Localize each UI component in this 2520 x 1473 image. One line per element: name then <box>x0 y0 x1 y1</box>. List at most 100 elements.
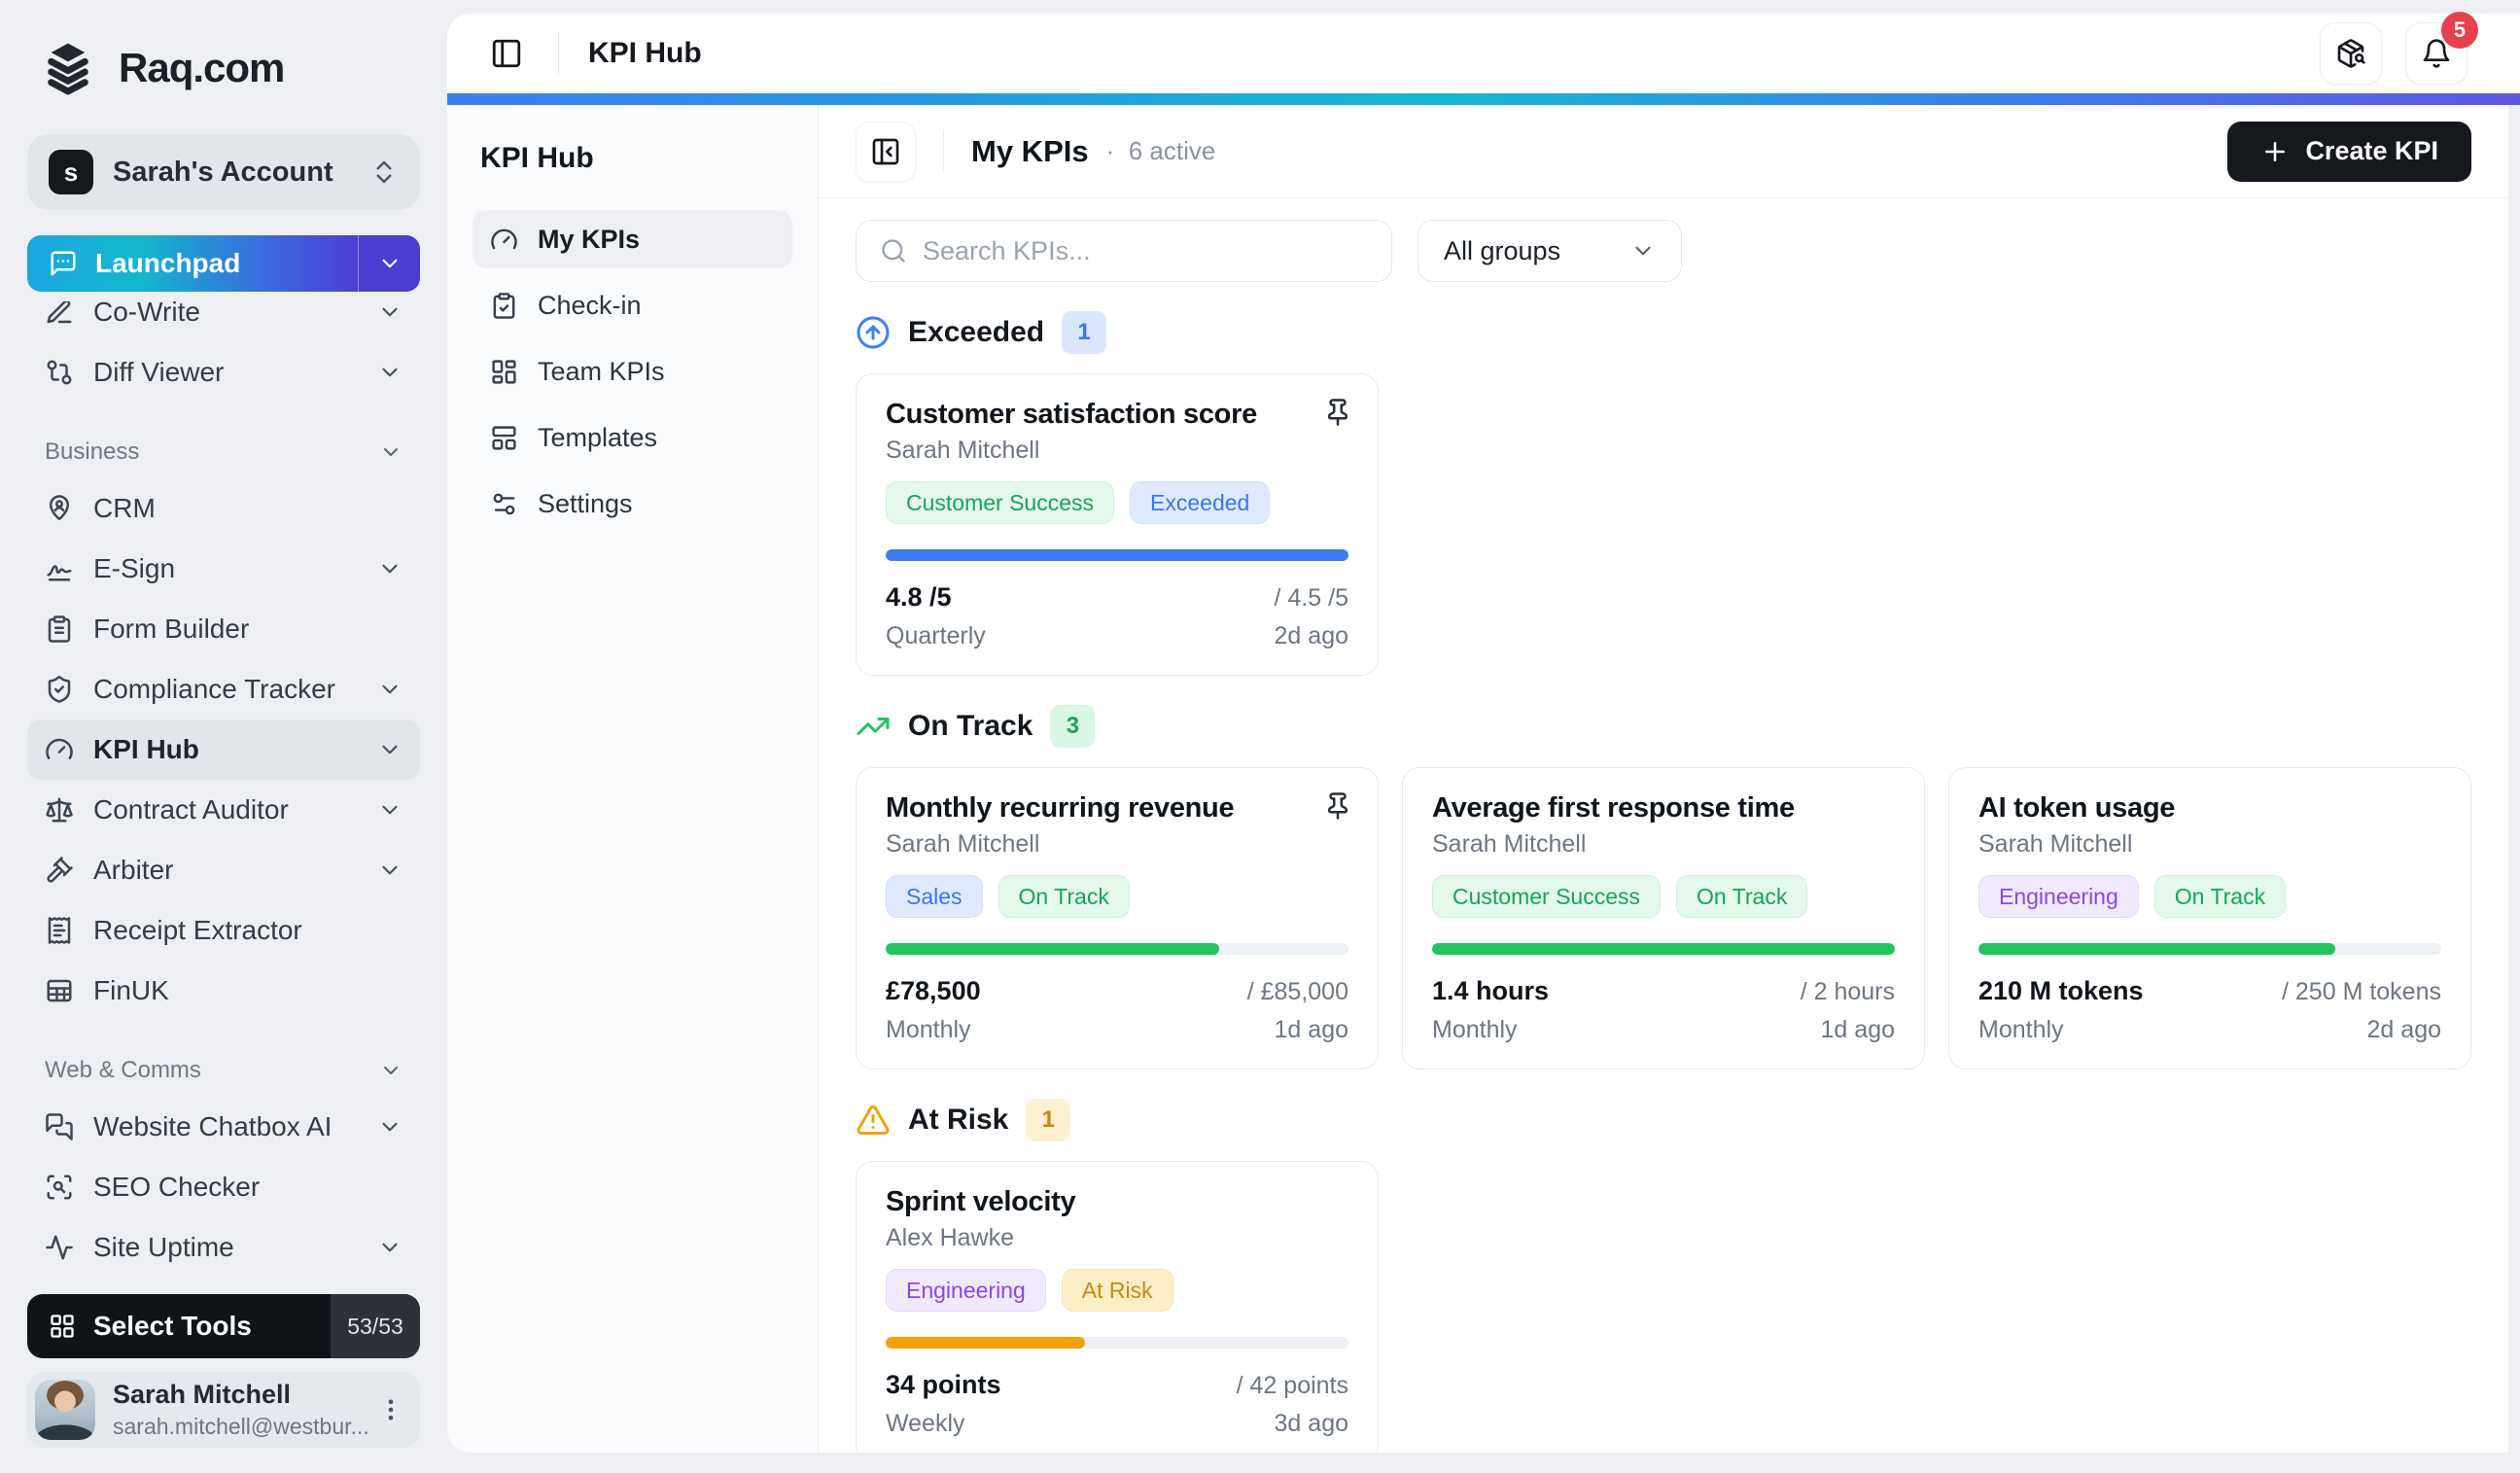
select-tools-main[interactable]: Select Tools <box>27 1294 331 1358</box>
main-panel: My KPIs · 6 active Create KPI All groups <box>819 105 2508 1453</box>
section-count-badge: 3 <box>1050 705 1096 748</box>
sidebar-item-contract-auditor[interactable]: Contract Auditor <box>27 780 420 840</box>
layout-template-icon <box>490 424 518 452</box>
user-card[interactable]: Sarah Mitchell sarah.mitchell@westbur... <box>27 1372 420 1448</box>
brand-name: Raq.com <box>119 45 285 90</box>
value-row: 4.8 /5 / 4.5 /5 <box>886 582 1348 613</box>
chevron-down-icon <box>382 865 398 875</box>
create-kpi-button[interactable]: Create KPI <box>2227 121 2471 182</box>
triangle-alert-icon <box>856 1103 891 1138</box>
subnav-item-templates[interactable]: Templates <box>472 408 792 467</box>
more-vertical-icon[interactable] <box>377 1396 404 1423</box>
select-tools-label: Select Tools <box>93 1311 252 1341</box>
sidebar-item-diff-viewer[interactable]: Diff Viewer <box>27 342 420 403</box>
collapse-subnav-button[interactable] <box>856 121 916 182</box>
account-initial-badge: s <box>49 150 93 194</box>
chevron-down-icon <box>382 368 398 377</box>
status-tag: Exceeded <box>1130 481 1271 524</box>
select-tools-button[interactable]: Select Tools 53/53 <box>27 1294 420 1358</box>
subnav-item-check-in[interactable]: Check-in <box>472 276 792 334</box>
section-count-badge: 1 <box>1062 311 1107 354</box>
progress-track <box>886 943 1348 955</box>
meta-row: Monthly 1d ago <box>1432 1016 1895 1043</box>
sidebar-item-co-write[interactable]: Co-Write <box>27 301 420 342</box>
content-area: KPI Hub My KPIs Check-in Team KPIs Templ… <box>447 105 2508 1453</box>
status-tag: At Risk <box>1061 1269 1173 1312</box>
panel-left-close-icon <box>872 138 899 164</box>
raq-logo-icon <box>48 43 88 95</box>
notifications-button[interactable]: 5 <box>2405 12 2478 85</box>
current-value: 34 points <box>886 1370 1001 1399</box>
target-value: / 4.5 /5 <box>1274 584 1348 612</box>
account-switcher[interactable]: s Sarah's Account <box>27 134 420 210</box>
launchpad-label: Launchpad <box>95 248 241 278</box>
progress-fill <box>886 1337 1085 1349</box>
gauge-icon <box>45 735 74 764</box>
gauge-icon <box>490 226 518 254</box>
sidebar-item-crm[interactable]: CRM <box>27 478 420 539</box>
accent-gradient-bar <box>447 93 2520 105</box>
git-compare-icon <box>45 358 74 387</box>
kpi-card-monthly-recurring-revenue[interactable]: Monthly recurring revenue Sarah Mitchell… <box>856 767 1379 1070</box>
sidebar-section-business[interactable]: Business <box>27 426 420 478</box>
pin-icon[interactable] <box>1323 398 1352 427</box>
signature-icon <box>45 554 74 583</box>
frequency: Weekly <box>886 1410 965 1437</box>
group-tag: Sales <box>886 875 983 918</box>
kpi-card-average-first-response-time[interactable]: Average first response time Sarah Mitche… <box>1402 767 1925 1070</box>
sidebar-item-form-builder[interactable]: Form Builder <box>27 599 420 659</box>
launchpad-button[interactable]: Launchpad <box>27 235 420 292</box>
sidebar-item-site-uptime[interactable]: Site Uptime <box>27 1217 420 1278</box>
header-divider <box>943 129 944 173</box>
frequency: Monthly <box>1978 1016 2064 1043</box>
current-value: 4.8 /5 <box>886 582 952 612</box>
message-dots-icon <box>51 251 76 276</box>
meta-row: Quarterly 2d ago <box>886 622 1348 649</box>
sidebar-item-arbiter[interactable]: Arbiter <box>27 840 420 900</box>
section-count-badge: 1 <box>1026 1099 1071 1141</box>
sidebar-item-e-sign[interactable]: E-Sign <box>27 539 420 599</box>
tags: Sales On Track <box>886 875 1348 918</box>
sidebar-item-finuk[interactable]: FinUK <box>27 961 420 1021</box>
value-row: 210 M tokens / 250 M tokens <box>1978 976 2441 1006</box>
sidebar-section-web-comms[interactable]: Web & Comms <box>27 1044 420 1097</box>
search-input[interactable] <box>923 235 1368 266</box>
active-count: · 6 active <box>1105 136 1216 165</box>
current-value: 1.4 hours <box>1432 976 1550 1005</box>
launchpad-main[interactable]: Launchpad <box>27 235 358 292</box>
subnav-item-team-kpis[interactable]: Team KPIs <box>472 342 792 401</box>
clipboard-check-icon <box>490 292 518 320</box>
kpi-card-customer-satisfaction[interactable]: Customer satisfaction score Sarah Mitche… <box>856 373 1379 676</box>
sidebar-item-seo-checker[interactable]: SEO Checker <box>27 1157 420 1217</box>
sidebar-item-website-chatbox-ai[interactable]: Website Chatbox AI <box>27 1097 420 1157</box>
value-row: 34 points / 42 points <box>886 1370 1348 1400</box>
target-value: / 2 hours <box>1800 978 1895 1005</box>
progress-track <box>886 549 1348 561</box>
table-icon <box>45 976 74 1005</box>
sidebar-toggle-button[interactable] <box>484 31 529 76</box>
launchpad-expand[interactable] <box>358 235 420 292</box>
trending-up-icon <box>856 709 891 744</box>
package-search-button[interactable] <box>2320 22 2382 85</box>
app-window: KPI Hub 5 KPI Hub My KPIs Check-in Team … <box>447 0 2520 1473</box>
search-box[interactable] <box>856 220 1392 282</box>
contact-pin-icon <box>45 494 74 523</box>
sidebar-item-receipt-extractor[interactable]: Receipt Extractor <box>27 900 420 961</box>
chevron-down-icon <box>382 564 398 574</box>
group-filter-select[interactable]: All groups <box>1418 220 1682 282</box>
sidebar-item-compliance-tracker[interactable]: Compliance Tracker <box>27 659 420 719</box>
tags: Engineering On Track <box>1978 875 2441 918</box>
frequency: Monthly <box>886 1016 971 1043</box>
subnav-item-my-kpis[interactable]: My KPIs <box>472 210 792 268</box>
circle-arrow-up-icon <box>856 315 891 350</box>
pin-icon[interactable] <box>1323 791 1352 821</box>
exceeded-cards: Customer satisfaction score Sarah Mitche… <box>856 373 2471 676</box>
kpi-card-sprint-velocity[interactable]: Sprint velocity Alex Hawke Engineering A… <box>856 1161 1379 1453</box>
kpi-card-ai-token-usage[interactable]: AI token usage Sarah Mitchell Engineerin… <box>1948 767 2471 1070</box>
meta-row: Weekly 3d ago <box>886 1410 1348 1437</box>
group-tag: Customer Success <box>1432 875 1662 918</box>
tags: Customer Success Exceeded <box>886 481 1348 524</box>
subnav-item-settings[interactable]: Settings <box>472 474 792 533</box>
group-tag: Engineering <box>886 1269 1046 1312</box>
sidebar-item-kpi-hub[interactable]: KPI Hub <box>27 719 420 780</box>
